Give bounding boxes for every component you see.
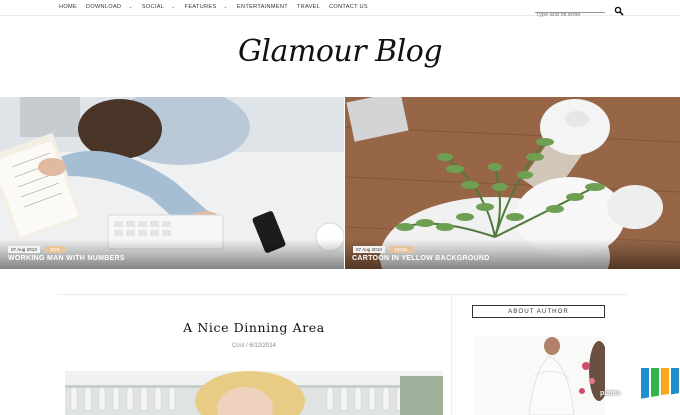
slide-date: 07 Aug 2013 xyxy=(8,246,40,253)
nav-label: DOWNLOAD xyxy=(85,4,122,10)
featured-slide-2[interactable] xyxy=(345,97,680,269)
slide-2-meta: 07 Aug 2013 COOL xyxy=(353,246,413,253)
slide-gradient xyxy=(345,239,680,269)
about-author-heading: ABOUT AUTHOR xyxy=(472,305,605,318)
search-field xyxy=(535,3,605,20)
nav-item-entertainment[interactable]: ENTERTAINMENT xyxy=(237,4,288,10)
meta-separator: / xyxy=(245,343,248,349)
nav-label: SOCIAL xyxy=(141,4,165,10)
content-divider xyxy=(57,294,627,295)
post-category[interactable]: Cool xyxy=(232,343,244,349)
post-featured-image[interactable] xyxy=(65,371,443,415)
nav-menu: HOME DOWNLOAD ⌄ SOCIAL ⌄ FEATURES ⌄ ENTERTA… xyxy=(59,4,377,10)
top-navigation: HOME DOWNLOAD ⌄ SOCIAL ⌄ FEATURES ⌄ ENTERTA… xyxy=(0,0,680,20)
nav-label: ENTERTAINMENT xyxy=(236,4,288,10)
blog-logo[interactable]: Glamour Blog xyxy=(0,34,680,69)
nav-item-download[interactable]: DOWNLOAD ⌄ xyxy=(86,4,133,10)
slide-1-title[interactable]: WORKING MAN WITH NUMBERS xyxy=(8,255,125,262)
slide-2-title[interactable]: CARTOON IN YELLOW BACKGROUND xyxy=(352,255,490,262)
watermark-text: plates xyxy=(600,390,621,397)
nav-item-contact[interactable]: CONTACT US xyxy=(329,4,368,10)
search-icon[interactable] xyxy=(614,3,624,16)
search-input[interactable] xyxy=(535,10,605,20)
slide-gradient xyxy=(0,239,344,269)
featured-slide-1[interactable] xyxy=(0,97,344,269)
nav-item-home[interactable]: HOME xyxy=(59,4,77,10)
slide-date: 07 Aug 2013 xyxy=(353,246,385,253)
nav-label: CONTACT US xyxy=(329,4,368,10)
slide-category-badge[interactable]: COOL xyxy=(389,246,413,253)
sidebar-divider xyxy=(451,294,452,415)
chevron-down-icon: ⌄ xyxy=(128,4,133,10)
post-title[interactable]: A Nice Dinning Area xyxy=(65,320,443,335)
post-meta: Cool / 6/12/2014 xyxy=(65,343,443,349)
nav-label: TRAVEL xyxy=(296,4,321,10)
post-date: 6/12/2014 xyxy=(249,343,277,349)
nav-label: HOME xyxy=(59,4,77,10)
nav-item-social[interactable]: SOCIAL ⌄ xyxy=(142,4,176,10)
nav-label: FEATURES xyxy=(184,4,217,10)
nav-item-features[interactable]: FEATURES ⌄ xyxy=(185,4,228,10)
template-watermark-logo xyxy=(583,351,680,415)
chevron-down-icon: ⌄ xyxy=(171,4,176,10)
slide-1-meta: 07 Aug 2013 ODD xyxy=(8,246,66,253)
nav-item-travel[interactable]: TRAVEL xyxy=(297,4,320,10)
chevron-down-icon: ⌄ xyxy=(223,4,228,10)
slide-category-badge[interactable]: ODD xyxy=(44,246,66,253)
